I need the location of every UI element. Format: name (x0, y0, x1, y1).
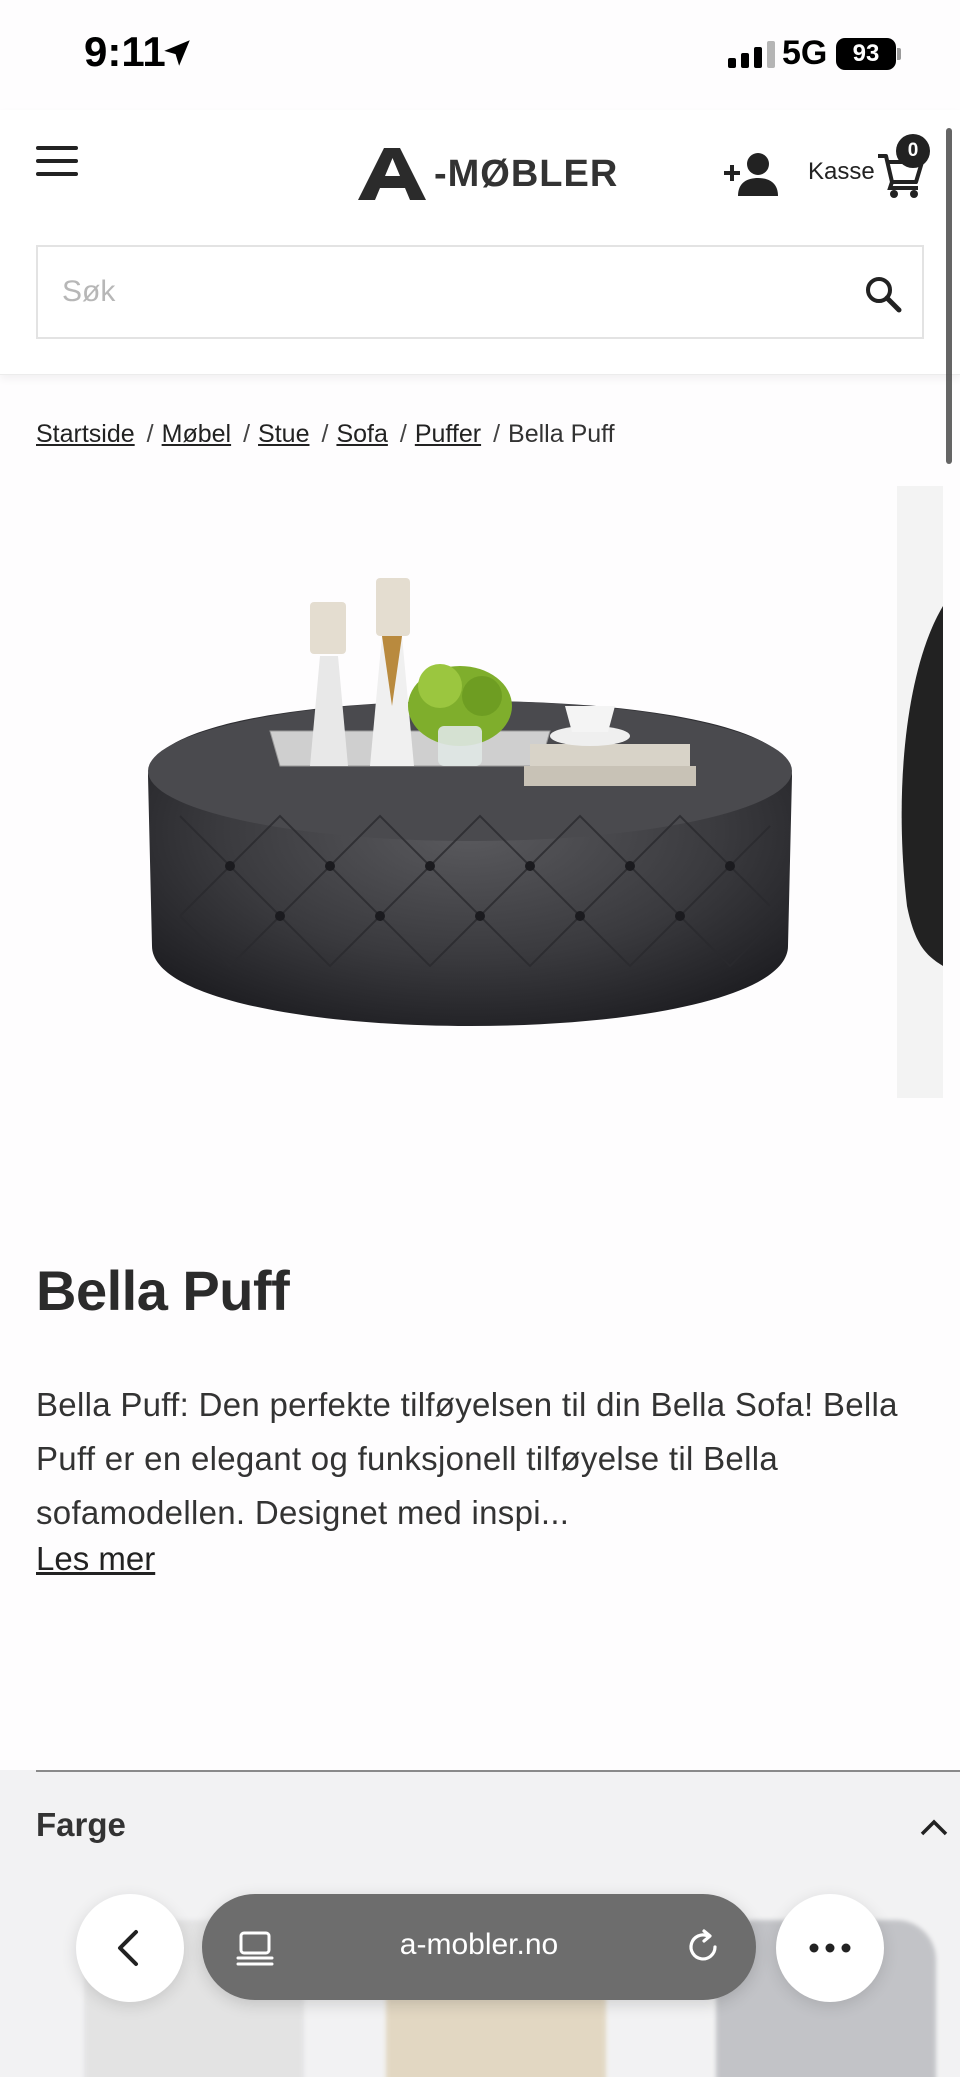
reload-icon[interactable] (684, 1928, 722, 1966)
url-text[interactable]: a-mobler.no (202, 1928, 756, 1962)
browser-toolbar: a-mobler.no (0, 1890, 960, 2010)
status-time: 9:11 (84, 28, 166, 75)
network-type: 5G (782, 34, 828, 72)
battery-cap (897, 48, 901, 60)
address-bar[interactable]: a-mobler.no (202, 1894, 756, 2000)
location-arrow-icon (164, 40, 190, 66)
read-more-link[interactable]: Les mer (36, 1540, 155, 1578)
signal-strength-icon (728, 40, 775, 68)
breadcrumb-separator: / (399, 420, 407, 448)
add-user-icon[interactable] (724, 150, 780, 198)
checkout-label[interactable]: Kasse (808, 158, 875, 186)
breadcrumb-link-sofa[interactable]: Sofa (336, 420, 387, 449)
site-logo[interactable]: -MØBLER (356, 146, 618, 202)
chevron-left-icon (118, 1930, 138, 1966)
logo-a-mark-icon (358, 148, 426, 200)
breadcrumb-link-puffer[interactable]: Puffer (415, 420, 481, 449)
hamburger-icon[interactable] (36, 146, 78, 176)
accordion-divider (36, 1770, 960, 1772)
product-image[interactable] (120, 526, 820, 1066)
breadcrumb-separator: / (321, 420, 329, 448)
breadcrumb-link-stue[interactable]: Stue (258, 420, 309, 449)
breadcrumb-current: Bella Puff (508, 420, 615, 448)
product-description: Bella Puff: Den perfekte tilføyelsen til… (36, 1386, 898, 1531)
more-dots-icon (809, 1943, 851, 1953)
page: 9:11 5G 93 -MØBLER Kasse 0 Søk Startside… (0, 0, 960, 2077)
chevron-up-icon[interactable] (918, 1814, 950, 1838)
next-image-peek[interactable] (897, 486, 943, 1098)
accordion-title[interactable]: Farge (36, 1806, 126, 1844)
search-icon[interactable] (864, 275, 902, 313)
more-options-button[interactable] (776, 1894, 884, 2002)
cart-count-badge: 0 (896, 134, 930, 168)
breadcrumb-separator: / (243, 420, 251, 448)
search-box (36, 245, 924, 339)
breadcrumb-link-mobel[interactable]: Møbel (162, 420, 231, 449)
breadcrumb-separator: / (493, 420, 501, 448)
breadcrumb: Startside / Møbel / Stue / Sofa / Puffer… (36, 420, 615, 449)
logo-text: -MØBLER (434, 152, 619, 195)
page-scrollbar[interactable] (946, 128, 952, 464)
product-title: Bella Puff (36, 1259, 290, 1322)
breadcrumb-separator: / (146, 420, 154, 448)
search-input[interactable] (62, 269, 822, 315)
status-bar: 9:11 5G 93 (0, 0, 960, 110)
next-product-thumbnail (901, 606, 943, 966)
battery-level: 93 (836, 38, 896, 70)
site-header: -MØBLER Kasse 0 (0, 110, 960, 375)
product-gallery[interactable] (0, 486, 960, 1098)
back-button[interactable] (76, 1894, 184, 2002)
breadcrumb-link-startside[interactable]: Startside (36, 420, 135, 449)
